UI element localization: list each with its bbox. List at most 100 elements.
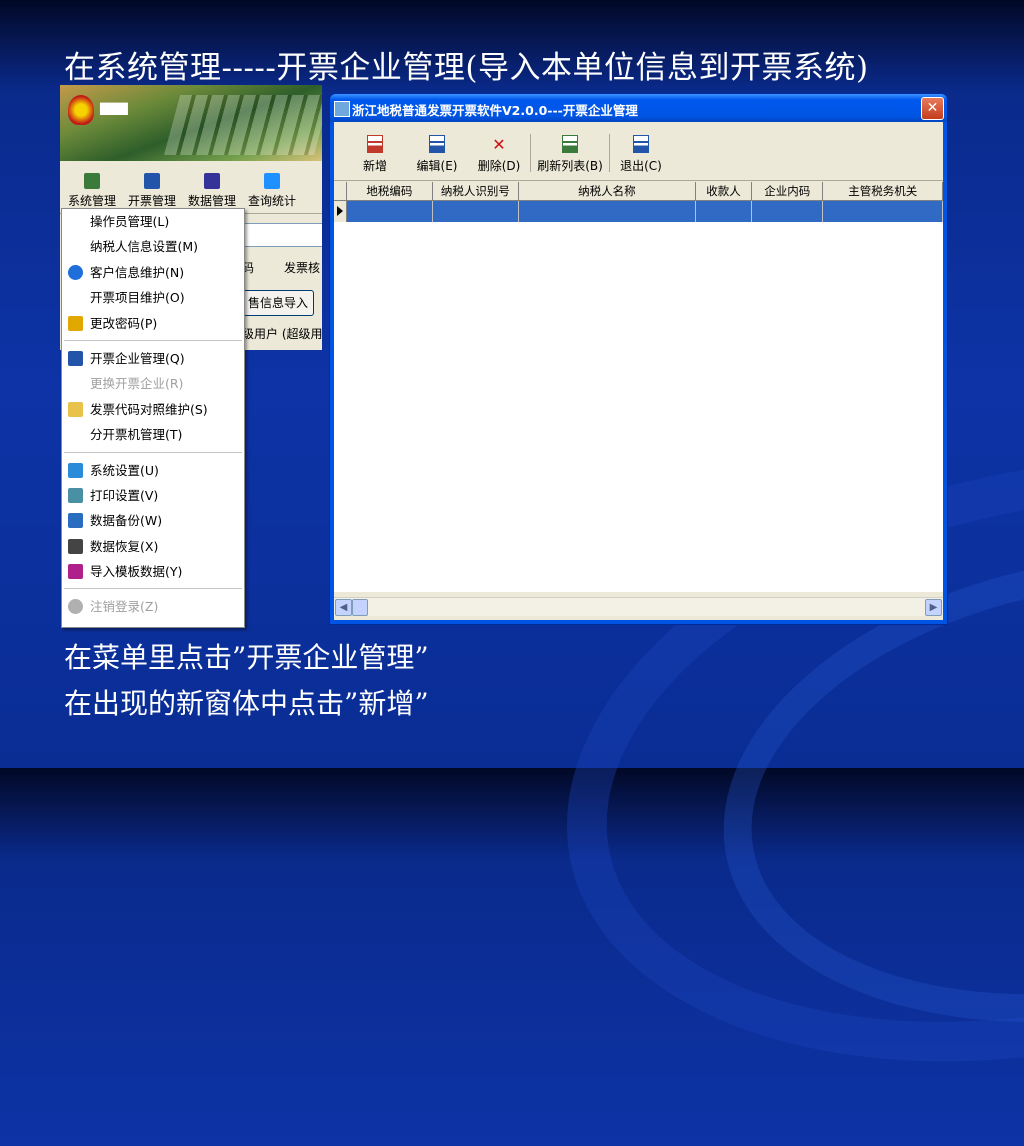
close-button[interactable]: ✕ — [921, 97, 944, 120]
table-cell[interactable] — [823, 201, 944, 222]
globe-icon — [68, 264, 83, 280]
menu-separator — [64, 451, 242, 453]
folder-icon — [68, 401, 83, 417]
menu-item[interactable]: 发票代码对照维护(S) — [62, 397, 244, 422]
menu-item-label: 开票企业管理(Q) — [90, 350, 185, 366]
menu-item[interactable]: 数据备份(W) — [62, 508, 244, 533]
menu-item[interactable]: 开票企业管理(Q) — [62, 346, 244, 371]
toolbar-button-system[interactable]: 系统管理 — [63, 173, 121, 213]
scroll-right-button[interactable]: ▶ — [925, 599, 942, 616]
table-cell[interactable] — [346, 201, 433, 222]
menu-item-label: 更换开票企业(R) — [90, 376, 184, 392]
menu-item-label: 客户信息维护(N) — [90, 264, 185, 280]
logout-icon — [68, 599, 83, 615]
keyboard-image — [163, 95, 322, 155]
menu-item[interactable]: 导入模板数据(Y) — [62, 559, 244, 584]
key-icon — [68, 315, 83, 331]
menu-item-label: 打印设置(V) — [90, 487, 159, 503]
menu-item-label: 操作员管理(L) — [90, 214, 170, 229]
table-cell[interactable] — [695, 201, 753, 222]
menu-item[interactable]: 打印设置(V) — [62, 483, 244, 508]
company-management-window: 浙江地税普通发票开票软件V2.0.0---开票企业管理 ✕ 新增 编辑(E) ✕ 删除… — [329, 93, 948, 625]
refresh-button[interactable]: 刷新列表(B) — [531, 135, 609, 180]
column-header[interactable]: 企业内码 — [752, 182, 824, 200]
toolbar-button-search[interactable]: 查询统计 — [243, 173, 301, 213]
row-selector[interactable] — [334, 201, 347, 222]
user-status: 级用户 (超级用 — [242, 327, 322, 341]
table-cell[interactable] — [752, 201, 824, 222]
search-icon — [264, 173, 280, 189]
menu-item[interactable]: 操作员管理(L) — [62, 209, 244, 234]
edit-icon — [429, 135, 445, 153]
menu-item[interactable]: 系统设置(U) — [62, 458, 244, 483]
tax-emblem-icon — [68, 95, 94, 125]
menu-item-label: 开票项目维护(O) — [90, 290, 185, 306]
menu-item: 注销登录(Z) — [62, 594, 244, 619]
menu-item[interactable]: 客户信息维护(N) — [62, 260, 244, 285]
column-header[interactable]: 纳税人识别号 — [433, 182, 519, 200]
toolbar-button-label: 编辑(E) — [416, 159, 458, 173]
column-header[interactable]: 地税编码 — [347, 182, 433, 200]
toolbar-button-disk[interactable]: 数据管理 — [183, 173, 241, 213]
table-cell[interactable] — [432, 201, 519, 222]
edit-button[interactable]: 编辑(E) — [406, 135, 468, 180]
menu-item[interactable]: 分开票机管理(T) — [62, 422, 244, 447]
menu-item[interactable]: 数据恢复(X) — [62, 534, 244, 559]
menu-item: 更换开票企业(R) — [62, 371, 244, 396]
invoice-icon — [144, 173, 160, 189]
menu-item-label: 纳税人信息设置(M) — [90, 239, 199, 255]
app-logo: ▇▇▇ — [100, 101, 128, 115]
column-header-fragment: 发票核 — [284, 261, 321, 275]
toolbar-button-label: 查询统计 — [247, 194, 296, 208]
add-button[interactable]: 新增 — [344, 135, 406, 180]
table-header: 地税编码 纳税人识别号 纳税人名称 收款人 企业内码 主管税务机关 — [334, 182, 944, 201]
chevron-right-icon: ▶ — [929, 602, 938, 613]
window-titlebar[interactable]: 浙江地税普通发票开票软件V2.0.0---开票企业管理 ✕ — [330, 94, 947, 122]
row-selector-header — [334, 182, 347, 200]
window-body: 新增 编辑(E) ✕ 删除(D) 刷新列表(B) 退出(C) 地税编码 纳税人识别号 纳税人名… — [334, 122, 944, 620]
menu-separator — [64, 339, 242, 341]
toolbar-button-label: 删除(D) — [477, 159, 521, 173]
column-header[interactable]: 主管税务机关 — [823, 182, 944, 200]
sales-import-button[interactable]: 售信息导入 — [242, 290, 314, 316]
scroll-thumb[interactable] — [352, 599, 368, 616]
company-table: 地税编码 纳税人识别号 纳税人名称 收款人 企业内码 主管税务机关 — [334, 182, 944, 592]
table-cell[interactable] — [518, 201, 696, 222]
delete-button[interactable]: ✕ 删除(D) — [468, 137, 530, 180]
system-icon — [84, 173, 100, 189]
menu-item[interactable]: 开票项目维护(O) — [62, 285, 244, 310]
menu-item-label: 发票代码对照维护(S) — [90, 401, 208, 417]
column-header[interactable]: 纳税人名称 — [519, 182, 696, 200]
menu-item[interactable]: 纳税人信息设置(M) — [62, 234, 244, 259]
import-icon — [68, 564, 83, 580]
main-content-fragment: 码 发票核 售信息导入 级用户 (超级用 — [242, 215, 322, 350]
toolbar-button-invoice[interactable]: 开票管理 — [123, 173, 181, 213]
app-banner: ▇▇▇ — [60, 85, 322, 161]
app-icon — [334, 101, 350, 117]
table-row[interactable] — [334, 201, 944, 222]
toolbar-button-label: 数据管理 — [187, 194, 236, 208]
window-title: 浙江地税普通发票开票软件V2.0.0---开票企业管理 — [352, 103, 638, 118]
close-icon: ✕ — [926, 100, 939, 116]
caption-instruction-2: 在出现的新窗体中点击”新增” — [64, 687, 429, 720]
restore-icon — [68, 538, 83, 554]
text-field[interactable] — [242, 223, 322, 247]
tools-icon — [68, 487, 83, 503]
toolbar-button-label: 退出(C) — [620, 159, 662, 173]
window-toolbar: 新增 编辑(E) ✕ 删除(D) 刷新列表(B) 退出(C) — [334, 122, 943, 181]
refresh-icon — [562, 135, 578, 153]
menu-item-label: 导入模板数据(Y) — [90, 564, 183, 580]
scroll-left-button[interactable]: ◀ — [335, 599, 352, 616]
column-header[interactable]: 收款人 — [696, 182, 753, 200]
chevron-left-icon: ◀ — [339, 602, 348, 613]
menu-item-label: 数据备份(W) — [90, 513, 163, 529]
toolbar-button-label: 系统管理 — [67, 194, 116, 208]
menu-item[interactable]: 更改密码(P) — [62, 311, 244, 336]
menu-item-label: 数据恢复(X) — [90, 538, 159, 554]
horizontal-scrollbar[interactable]: ◀ ▶ — [334, 597, 943, 616]
toolbar-button-label: 刷新列表(B) — [537, 159, 603, 173]
exit-button[interactable]: 退出(C) — [610, 135, 672, 180]
toolbar-button-label: 新增 — [362, 159, 387, 173]
menu-separator — [64, 588, 242, 590]
add-icon — [367, 135, 383, 153]
